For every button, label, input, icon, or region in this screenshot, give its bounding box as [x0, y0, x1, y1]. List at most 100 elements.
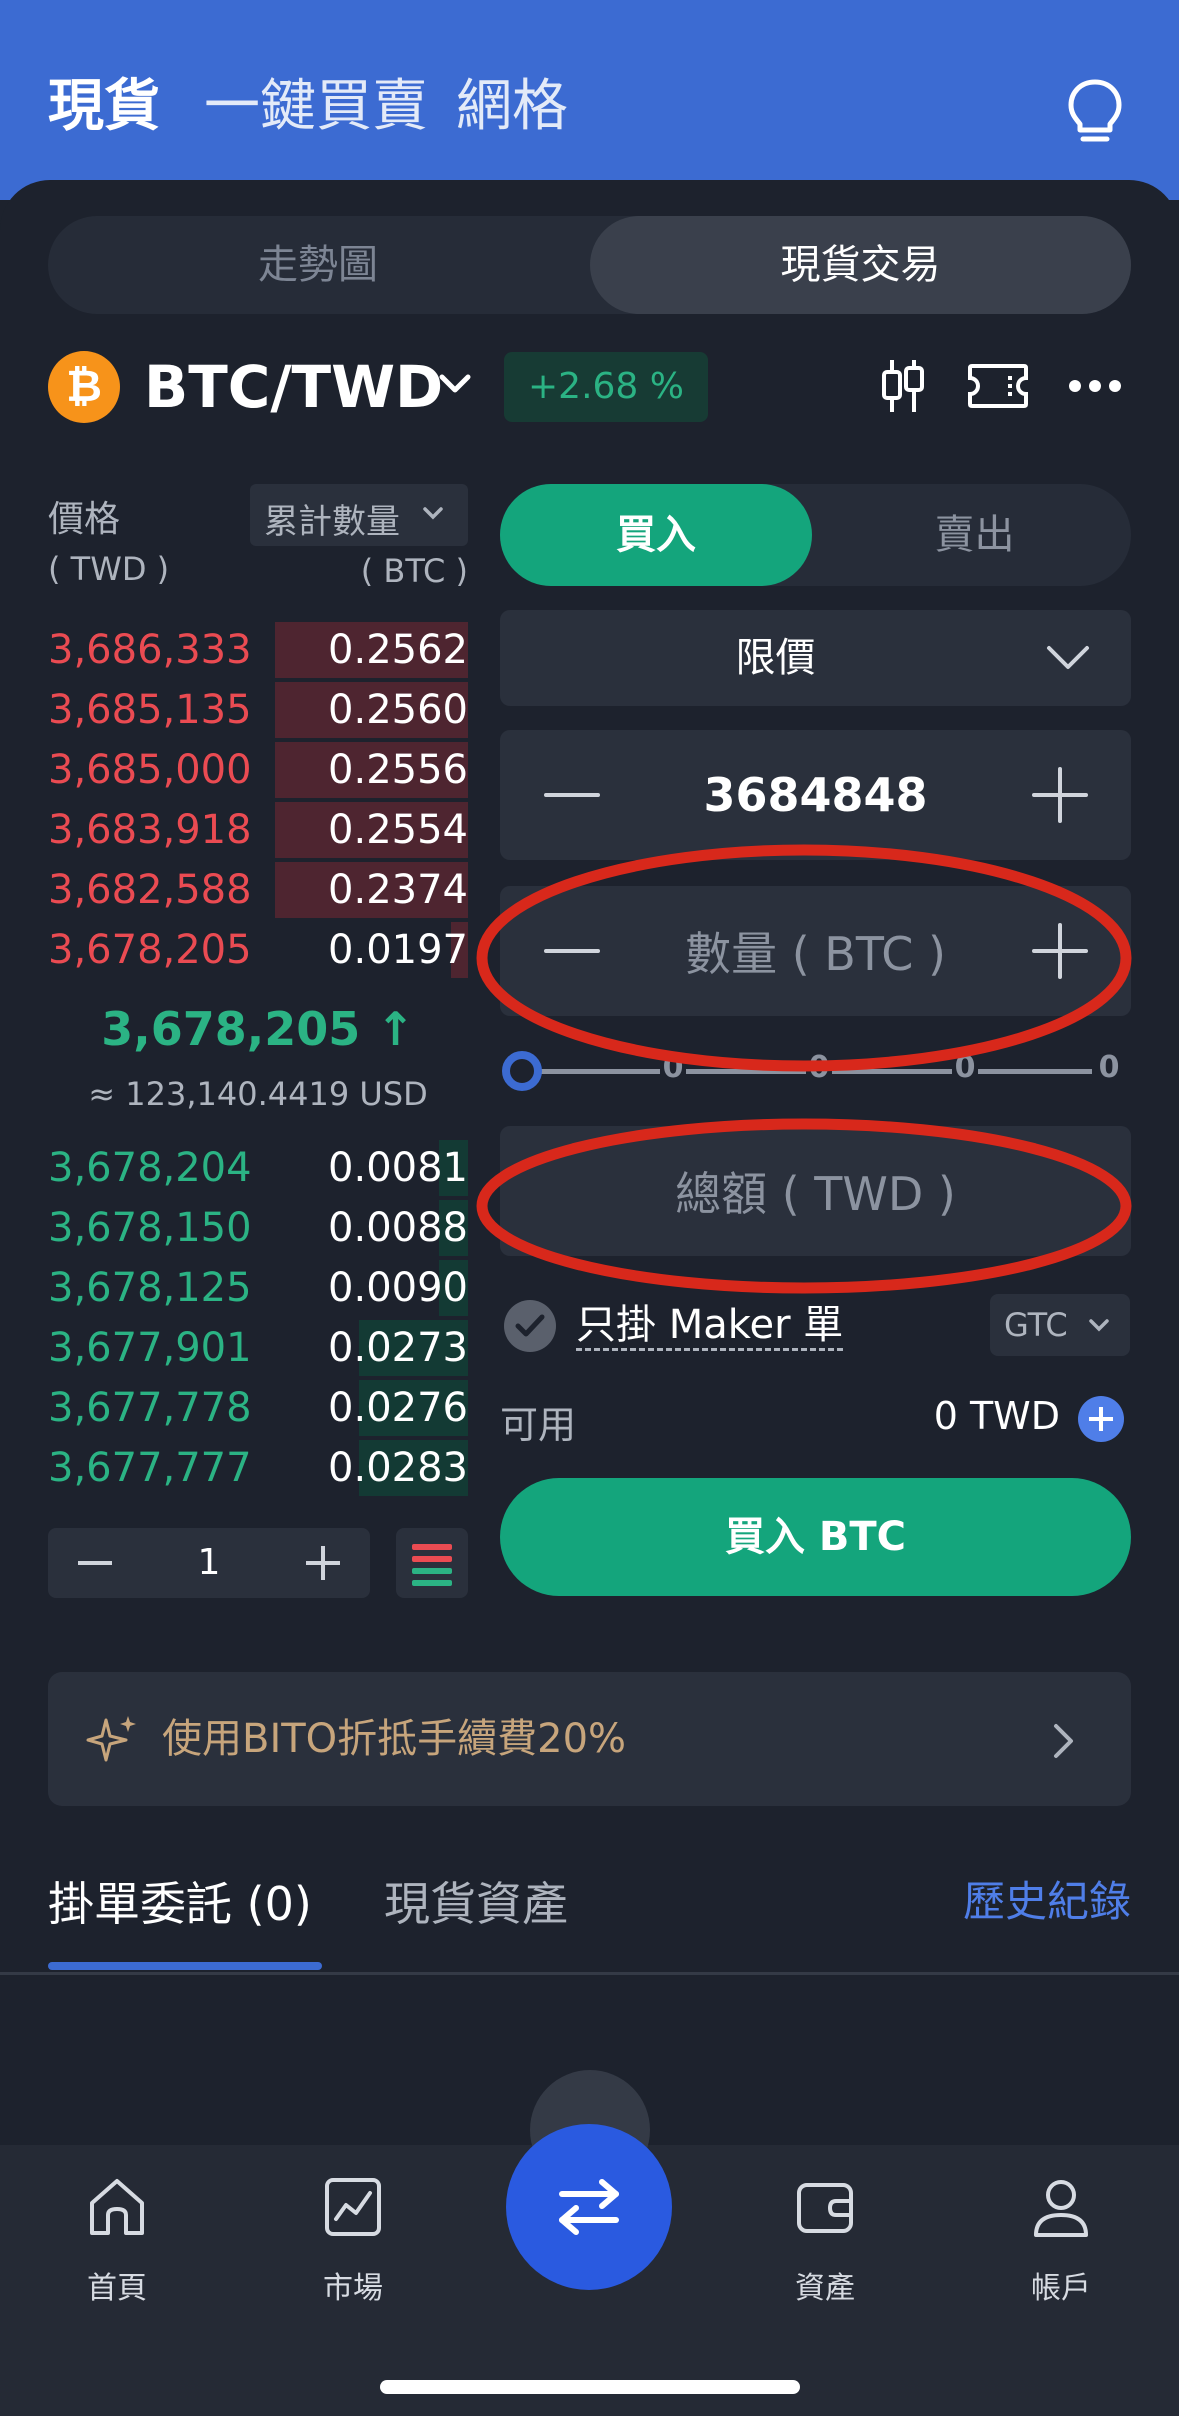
bid-price: 3,678,150 [48, 1205, 252, 1251]
chevron-down-icon [1089, 1319, 1109, 1332]
usd-equivalent: ≈ 123,140.4419 USD [88, 1075, 428, 1113]
precision-minus-button[interactable] [78, 1561, 112, 1565]
bid-qty: 0.0088 [328, 1205, 468, 1251]
bid-price: 3,677,901 [48, 1325, 252, 1371]
ask-row[interactable]: 3,683,918 0.2554 [48, 800, 468, 860]
home-indicator [380, 2380, 800, 2394]
orderbook-layout-button[interactable] [396, 1528, 468, 1598]
qty-mode-select[interactable]: 累計數量 [250, 484, 468, 546]
ask-qty: 0.2554 [328, 807, 468, 853]
bid-qty: 0.0276 [328, 1385, 468, 1431]
bid-price: 3,678,125 [48, 1265, 252, 1311]
tif-select[interactable]: GTC [990, 1294, 1130, 1356]
available-value: 0 TWD [933, 1394, 1060, 1438]
bid-row[interactable]: 3,678,204 0.0081 [48, 1138, 468, 1198]
nav-trade-button[interactable] [506, 2124, 672, 2290]
bid-row[interactable]: 3,678,150 0.0088 [48, 1198, 468, 1258]
ask-price: 3,685,135 [48, 687, 252, 733]
deposit-button[interactable] [1078, 1396, 1124, 1442]
sell-tab[interactable]: 賣出 [818, 484, 1131, 586]
price-minus-button[interactable] [544, 767, 600, 823]
sparkle-icon [86, 1716, 136, 1762]
order-type-select[interactable]: 限價 [500, 610, 1131, 706]
ask-price: 3,678,205 [48, 927, 252, 973]
precision-plus-button[interactable] [306, 1546, 340, 1580]
price-plus-button[interactable] [1032, 767, 1088, 823]
tab-chart[interactable]: 走勢圖 [48, 216, 588, 314]
ask-row[interactable]: 3,678,205 0.0197 [48, 920, 468, 980]
ask-price: 3,682,588 [48, 867, 252, 913]
buy-btc-button[interactable]: 買入 BTC [500, 1478, 1131, 1596]
maker-checkbox[interactable] [504, 1300, 556, 1352]
ask-row[interactable]: 3,686,333 0.2562 [48, 620, 468, 680]
bid-row[interactable]: 3,677,778 0.0276 [48, 1378, 468, 1438]
available-label: 可用 [500, 1403, 577, 1447]
layout-icon [412, 1544, 452, 1550]
ask-row[interactable]: 3,685,135 0.2560 [48, 680, 468, 740]
chevron-down-icon[interactable] [438, 372, 472, 396]
precision-stepper: 1 [48, 1528, 370, 1598]
buy-tab[interactable]: 買入 [500, 484, 812, 586]
last-price-value: 3,678,205 [101, 1002, 361, 1056]
more-dots-icon[interactable] [1068, 376, 1122, 396]
ask-row[interactable]: 3,685,000 0.2556 [48, 740, 468, 800]
ask-qty: 0.2556 [328, 747, 468, 793]
ask-qty: 0.2562 [328, 627, 468, 673]
nav-market-label: 市場 [323, 2271, 383, 2306]
lightbulb-icon[interactable] [1065, 78, 1125, 144]
bid-row[interactable]: 3,678,125 0.0090 [48, 1258, 468, 1318]
tab-spot[interactable]: 現貨 [48, 72, 160, 142]
bid-qty: 0.0283 [328, 1445, 468, 1491]
tab-quick-trade[interactable]: 一鍵買賣 [204, 72, 428, 142]
pair-name[interactable]: BTC/TWD [144, 350, 443, 424]
ask-qty: 0.2560 [328, 687, 468, 733]
chevron-right-icon [1054, 1724, 1073, 1758]
bid-price: 3,677,777 [48, 1445, 252, 1491]
price-unit: ( TWD ) [48, 550, 170, 588]
swap-arrows-icon [559, 2179, 619, 2235]
wallet-icon [797, 2183, 853, 2233]
maker-only-label[interactable]: 只掛 Maker 單 [576, 1302, 844, 1351]
bid-row[interactable]: 3,677,777 0.0283 [48, 1438, 468, 1498]
qty-mode-label: 累計數量 [264, 502, 400, 542]
precision-value: 1 [197, 1542, 221, 1583]
promo-text: 使用BITO折抵手續費20% [162, 1716, 627, 1762]
annotation-ellipse [476, 1118, 1132, 1294]
ask-qty: 0.0197 [328, 927, 468, 973]
bid-row[interactable]: 3,677,901 0.0273 [48, 1318, 468, 1378]
history-link[interactable]: 歷史紀錄 [900, 1868, 1131, 1929]
change-badge: +2.68 % [504, 352, 708, 422]
top-header [0, 0, 1179, 200]
ask-price: 3,686,333 [48, 627, 252, 673]
view-switch: 走勢圖 現貨交易 [48, 216, 1131, 314]
tab-spot-trade[interactable]: 現貨交易 [590, 216, 1131, 314]
nav-assets-label: 資產 [795, 2271, 855, 2306]
chevron-down-icon [1047, 646, 1089, 669]
price-label: 價格 [48, 499, 121, 540]
chevron-down-icon [423, 507, 443, 520]
tab-spot-assets[interactable]: 現貨資產 [384, 1868, 568, 1934]
ask-qty: 0.2374 [328, 867, 468, 913]
ask-price: 3,685,000 [48, 747, 252, 793]
bid-price: 3,678,204 [48, 1145, 252, 1191]
qty-unit: ( BTC ) [360, 552, 468, 590]
bid-qty: 0.0090 [328, 1265, 468, 1311]
bid-qty: 0.0273 [328, 1325, 468, 1371]
bid-price: 3,677,778 [48, 1385, 252, 1431]
ask-row[interactable]: 3,682,588 0.2374 [48, 860, 468, 920]
candlestick-chart-icon[interactable] [880, 358, 926, 414]
market-chart-icon [325, 2178, 381, 2236]
annotation-ellipse [476, 844, 1132, 1072]
ticket-icon[interactable] [966, 362, 1030, 410]
divider [0, 1972, 1179, 1975]
nav-account-label: 帳戶 [1031, 2271, 1091, 2306]
promo-banner[interactable]: 使用BITO折抵手續費20% [48, 1672, 1131, 1806]
order-type-value: 限價 [735, 635, 816, 681]
check-icon [515, 1314, 545, 1337]
tab-grid[interactable]: 網格 [456, 72, 568, 142]
tab-open-orders[interactable]: 掛單委託 (0) [48, 1868, 312, 1934]
bid-qty: 0.0081 [328, 1145, 468, 1191]
arrow-up-icon: ↑ [376, 1002, 415, 1056]
side-toggle: 買入 賣出 [500, 484, 1131, 586]
home-icon [90, 2179, 144, 2235]
